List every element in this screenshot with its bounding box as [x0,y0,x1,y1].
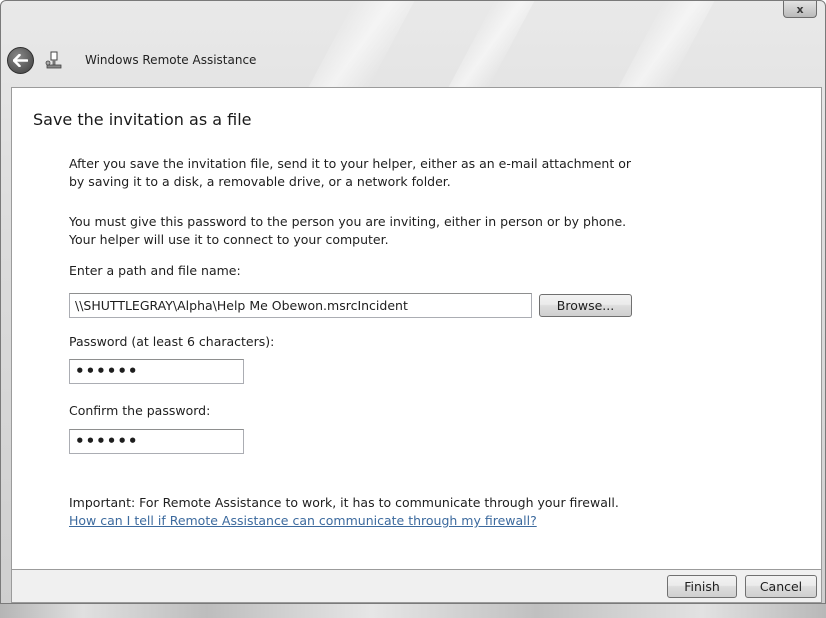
cancel-button[interactable]: Cancel [745,575,817,598]
password-label: Password (at least 6 characters): [69,334,275,349]
back-arrow-icon [13,53,28,67]
title-bar: Windows Remote Assistance [7,43,607,77]
instructions-line: You must give this password to the perso… [69,214,627,229]
instructions-line: by saving it to a disk, a removable driv… [69,174,451,189]
password-instructions-paragraph: You must give this password to the perso… [69,213,709,249]
firewall-note: Important: For Remote Assistance to work… [69,495,619,510]
finish-button[interactable]: Finish [667,575,737,598]
wizard-footer: Finish Cancel [11,570,822,603]
path-label: Enter a path and file name: [69,263,241,278]
back-button[interactable] [7,46,34,74]
confirm-password-label: Confirm the password: [69,403,211,418]
instructions-line: Your helper will use it to connect to yo… [69,232,389,247]
password-input[interactable]: •••••• [69,359,244,384]
window-bottom-edge [0,604,826,618]
window-title: Windows Remote Assistance [85,53,257,67]
browse-button[interactable]: Browse... [539,294,632,317]
instructions-line: After you save the invitation file, send… [69,156,631,171]
path-input[interactable]: \\SHUTTLEGRAY\Alpha\Help Me Obewon.msrcI… [69,293,532,318]
close-icon: x [796,2,804,16]
instructions-paragraph: After you save the invitation file, send… [69,155,709,191]
wizard-content: Save the invitation as a file After you … [11,87,822,570]
page-title: Save the invitation as a file [33,110,252,129]
firewall-help-link[interactable]: How can I tell if Remote Assistance can … [69,513,537,528]
remote-assistance-icon [45,51,62,69]
glass-reflection [617,1,715,89]
close-button[interactable]: x [783,1,817,18]
confirm-password-input[interactable]: •••••• [69,429,244,454]
